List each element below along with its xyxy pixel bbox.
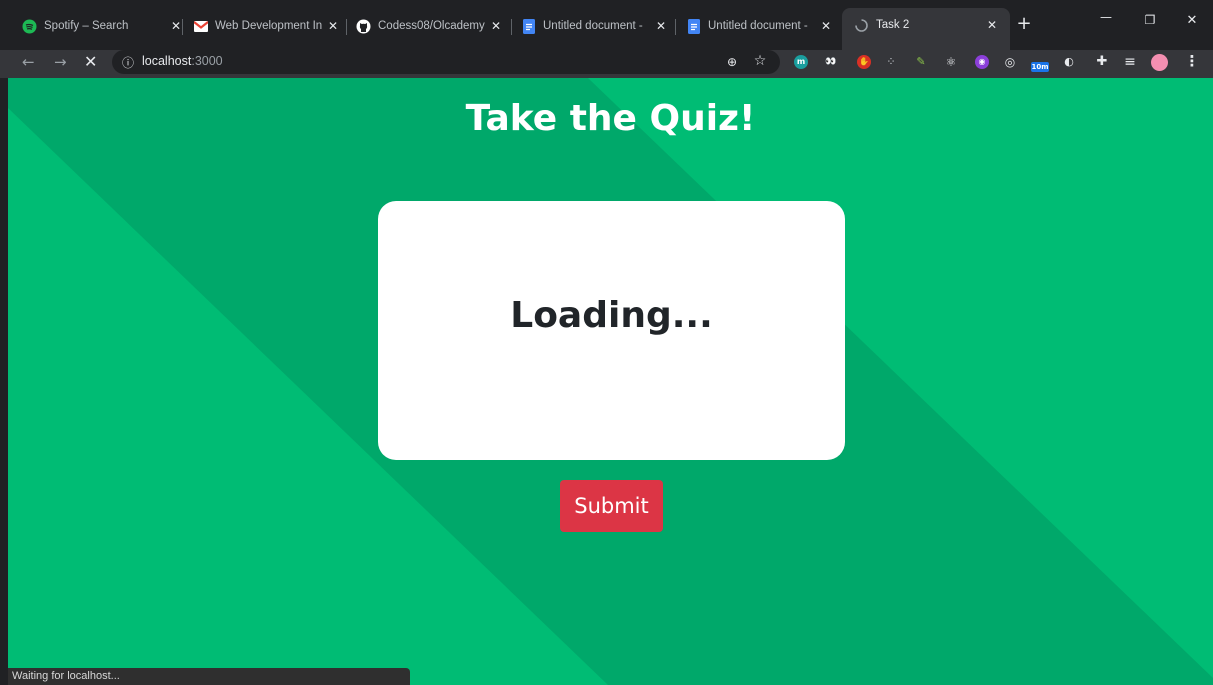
tab-separator (675, 19, 676, 35)
ext-target-icon[interactable]: ◎ (1003, 55, 1017, 69)
extensions-puzzle-icon[interactable]: ✚ (1094, 54, 1110, 70)
page-title: Take the Quiz! (465, 98, 756, 139)
gmail-icon (193, 19, 208, 34)
docs-icon (521, 18, 536, 34)
tab-separator (182, 19, 183, 35)
tab-github[interactable]: Codess08/Olcademy ✕ (356, 10, 504, 42)
zoom-icon[interactable]: ⊕ (724, 54, 740, 70)
tab-docs-2[interactable]: Untitled document - ✕ (686, 10, 834, 42)
ext-timer-icon[interactable]: 10m (1031, 62, 1049, 72)
loading-text: Loading... (510, 295, 713, 336)
bookmark-star-icon[interactable]: ☆ (752, 53, 768, 69)
page-viewport: Take the Quiz! Loading... Submit (8, 78, 1213, 685)
restore-button[interactable]: ❐ (1138, 13, 1162, 27)
site-info-icon[interactable]: ⓘ (122, 54, 134, 71)
tab-title: Codess08/Olcademy (378, 20, 485, 32)
ext-purple-icon[interactable]: ◉ (975, 55, 989, 69)
tab-docs-1[interactable]: Untitled document - ✕ (521, 10, 669, 42)
profile-avatar-icon[interactable]: ● (1151, 54, 1168, 71)
tab-title: Spotify – Search (44, 20, 129, 32)
tab-title: Untitled document - (543, 20, 643, 32)
stop-loading-button[interactable]: ✕ (84, 52, 97, 71)
tab-gmail[interactable]: Web Development In ✕ (193, 10, 341, 42)
new-tab-button[interactable]: + (1012, 13, 1036, 34)
status-bar: Waiting for localhost... (8, 668, 410, 685)
question-card: Loading... (378, 201, 845, 460)
address-bar[interactable]: ⓘ localhost:3000 ⊕ ☆ (112, 50, 780, 74)
ext-m-icon[interactable]: m (794, 55, 808, 69)
browser-window: Spotify – Search ✕ Web Development In ✕ … (0, 0, 1213, 685)
window-close-button[interactable]: ✕ (1180, 13, 1204, 28)
back-button[interactable]: ← (22, 53, 35, 71)
close-tab-icon[interactable]: ✕ (488, 19, 504, 33)
tab-title: Untitled document - (708, 20, 808, 32)
close-tab-icon[interactable]: ✕ (984, 18, 1000, 32)
submit-button[interactable]: Submit (560, 480, 663, 532)
url-port: :3000 (191, 54, 223, 68)
close-tab-icon[interactable]: ✕ (325, 19, 341, 33)
reading-list-icon[interactable]: ≡ (1122, 54, 1138, 70)
ext-moon-icon[interactable]: ◐ (1062, 55, 1076, 69)
tab-task-2[interactable]: Task 2 ✕ (842, 8, 1010, 50)
tab-separator (511, 19, 512, 35)
close-tab-icon[interactable]: ✕ (818, 19, 834, 33)
ext-pencil-icon[interactable]: ✎ (914, 55, 928, 69)
forward-button[interactable]: → (54, 53, 67, 71)
tab-title: Task 2 (876, 19, 910, 31)
url-host: localhost (142, 54, 192, 68)
loading-icon (854, 18, 869, 33)
ext-stop-icon[interactable]: ✋ (857, 55, 871, 69)
ext-bottle-icon[interactable]: ⁘ (884, 55, 898, 69)
url-text[interactable]: localhost:3000 (142, 54, 223, 68)
tab-title: Web Development In (215, 20, 323, 32)
ext-eyes-icon[interactable]: 👀 (824, 55, 838, 69)
docs-icon (686, 18, 701, 34)
tab-strip: Spotify – Search ✕ Web Development In ✕ … (0, 0, 1213, 50)
menu-dots-icon[interactable]: ⋮ (1184, 53, 1200, 69)
close-tab-icon[interactable]: ✕ (653, 19, 669, 33)
minimize-button[interactable]: — (1094, 10, 1118, 24)
spotify-icon (22, 19, 37, 34)
tab-separator (346, 19, 347, 35)
ext-react-icon[interactable]: ⚛ (944, 55, 958, 69)
github-icon (356, 19, 371, 34)
tab-spotify[interactable]: Spotify – Search ✕ (22, 10, 184, 42)
browser-toolbar: ← → ✕ ⓘ localhost:3000 ⊕ ☆ m 👀 ✋ ⁘ ✎ ⚛ ◉… (0, 50, 1213, 78)
